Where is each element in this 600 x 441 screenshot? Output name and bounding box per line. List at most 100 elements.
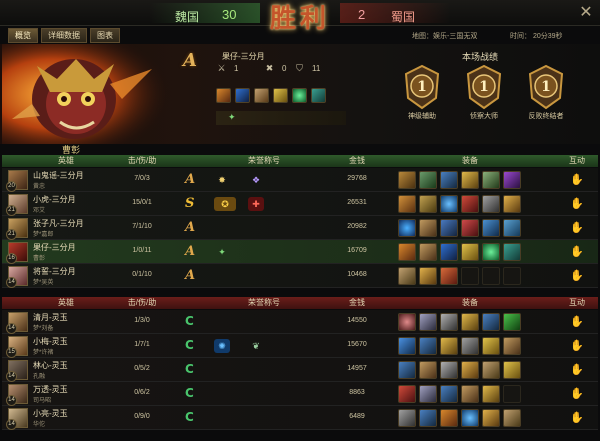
medal-3[interactable]: 1 反败终结者 (518, 64, 574, 138)
item-icon[interactable] (503, 219, 521, 237)
item-icon[interactable] (398, 267, 416, 285)
item-icon[interactable] (398, 337, 416, 355)
table-row[interactable]: 16 果仔-三分月 曹彰 1/0/11 A ✦ 16709 ✋ (2, 240, 598, 264)
medal-1[interactable]: 1 神级辅助 (394, 64, 450, 138)
table-row[interactable]: 14 将誓-三分月 梦*吴英 0/1/10 A 10468 ✋ (2, 264, 598, 288)
item-icon[interactable] (461, 195, 479, 213)
hero-level: 14 (6, 395, 17, 406)
table-row[interactable]: 14 林心-灵玉 孔融 0/5/2 C 14957 ✋ (2, 358, 598, 382)
tab-detailed-data[interactable]: 详细数据 (41, 28, 87, 43)
item-icon[interactable] (419, 171, 437, 189)
item-icon[interactable] (419, 409, 437, 427)
item-icon[interactable] (440, 313, 458, 331)
gold: 8863 (349, 389, 365, 396)
item-icon[interactable] (419, 195, 437, 213)
item-icon[interactable] (503, 409, 521, 427)
item-icon[interactable] (311, 88, 326, 103)
gold: 26531 (347, 199, 367, 206)
interact-thumb-icon[interactable]: ✋ (570, 363, 584, 377)
equipment-slots (398, 171, 521, 189)
item-icon[interactable] (273, 88, 288, 103)
interact-thumb-icon[interactable]: ✋ (570, 173, 584, 187)
item-icon[interactable] (398, 195, 416, 213)
item-icon[interactable] (440, 337, 458, 355)
item-icon[interactable] (482, 243, 500, 261)
item-icon[interactable] (440, 267, 458, 285)
item-icon[interactable] (398, 361, 416, 379)
item-icon[interactable] (461, 337, 479, 355)
item-icon[interactable] (419, 337, 437, 355)
item-icon[interactable] (398, 171, 416, 189)
item-icon[interactable] (398, 243, 416, 261)
item-icon[interactable] (461, 385, 479, 403)
item-icon[interactable] (440, 361, 458, 379)
interact-thumb-icon[interactable]: ✋ (570, 221, 584, 235)
kda: 1/3/0 (134, 317, 150, 324)
item-icon[interactable] (503, 243, 521, 261)
item-icon[interactable] (503, 361, 521, 379)
item-icon[interactable] (503, 337, 521, 355)
item-icon[interactable] (461, 171, 479, 189)
item-icon[interactable] (419, 361, 437, 379)
item-icon[interactable] (440, 219, 458, 237)
item-icon[interactable] (419, 219, 437, 237)
interact-thumb-icon[interactable]: ✋ (570, 411, 584, 425)
interact-thumb-icon[interactable]: ✋ (570, 197, 584, 211)
item-icon[interactable] (461, 361, 479, 379)
tab-charts[interactable]: 图表 (90, 28, 120, 43)
item-icon[interactable] (440, 171, 458, 189)
item-icon[interactable] (398, 219, 416, 237)
item-icon[interactable] (461, 409, 479, 427)
item-icon[interactable] (503, 195, 521, 213)
table-row[interactable]: 14 小亮-灵玉 华佗 0/9/0 C 6489 ✋ (2, 406, 598, 430)
hero-level: 15 (6, 347, 17, 358)
honor-badge-icon: ❖ (251, 175, 261, 185)
item-icon[interactable] (216, 88, 231, 103)
grade-badge: A (185, 244, 196, 259)
item-icon[interactable] (419, 243, 437, 261)
item-icon[interactable] (398, 313, 416, 331)
item-icon[interactable] (398, 385, 416, 403)
table-row[interactable]: 14 清月-灵玉 梦*刘备 1/3/0 C 14550 ✋ (2, 310, 598, 334)
close-icon[interactable]: ✕ (578, 5, 594, 21)
item-icon[interactable] (419, 385, 437, 403)
table-row[interactable]: 21 张子凡-三分月 梦*嘉郎 7/1/10 A 20982 ✋ (2, 216, 598, 240)
interact-thumb-icon[interactable]: ✋ (570, 245, 584, 259)
tab-overview[interactable]: 概览 (8, 28, 38, 43)
medal-2[interactable]: 1 侦察大师 (456, 64, 512, 138)
item-icon[interactable] (419, 313, 437, 331)
item-icon[interactable] (482, 385, 500, 403)
item-icon[interactable] (482, 219, 500, 237)
interact-thumb-icon[interactable]: ✋ (570, 387, 584, 401)
item-icon[interactable] (440, 195, 458, 213)
item-icon[interactable] (503, 313, 521, 331)
table-row[interactable]: 21 小虎-三分月 邓艾 15/0/1 S ✪ ✚ 26531 ✋ (2, 192, 598, 216)
item-icon[interactable] (440, 409, 458, 427)
interact-thumb-icon[interactable]: ✋ (570, 269, 584, 283)
item-icon[interactable] (419, 267, 437, 285)
item-icon[interactable] (292, 88, 307, 103)
item-icon[interactable] (440, 385, 458, 403)
item-icon[interactable] (503, 171, 521, 189)
item-icon[interactable] (440, 243, 458, 261)
item-icon[interactable] (461, 219, 479, 237)
table-row[interactable]: 14 万透-灵玉 司马昭 0/6/2 C 8863 ✋ (2, 382, 598, 406)
item-icon[interactable] (482, 313, 500, 331)
item-icon[interactable] (235, 88, 250, 103)
table-row[interactable]: 15 小梅-灵玉 梦*许褚 1/7/1 C ✺ ❦ 15670 ✋ (2, 334, 598, 358)
summary-grade: A (183, 50, 197, 71)
table-row[interactable]: 20 山鬼谣-三分月 黄忠 7/0/3 A ✸ ❖ 29768 ✋ (2, 168, 598, 192)
interact-thumb-icon[interactable]: ✋ (570, 315, 584, 329)
item-icon[interactable] (482, 171, 500, 189)
item-icon[interactable] (398, 409, 416, 427)
grade-badge: S (185, 196, 195, 211)
item-icon[interactable] (482, 195, 500, 213)
item-icon[interactable] (482, 337, 500, 355)
interact-thumb-icon[interactable]: ✋ (570, 339, 584, 353)
item-icon[interactable] (461, 313, 479, 331)
item-icon[interactable] (461, 243, 479, 261)
summary-items (216, 88, 326, 103)
item-icon[interactable] (482, 409, 500, 427)
item-icon[interactable] (254, 88, 269, 103)
item-icon[interactable] (482, 361, 500, 379)
